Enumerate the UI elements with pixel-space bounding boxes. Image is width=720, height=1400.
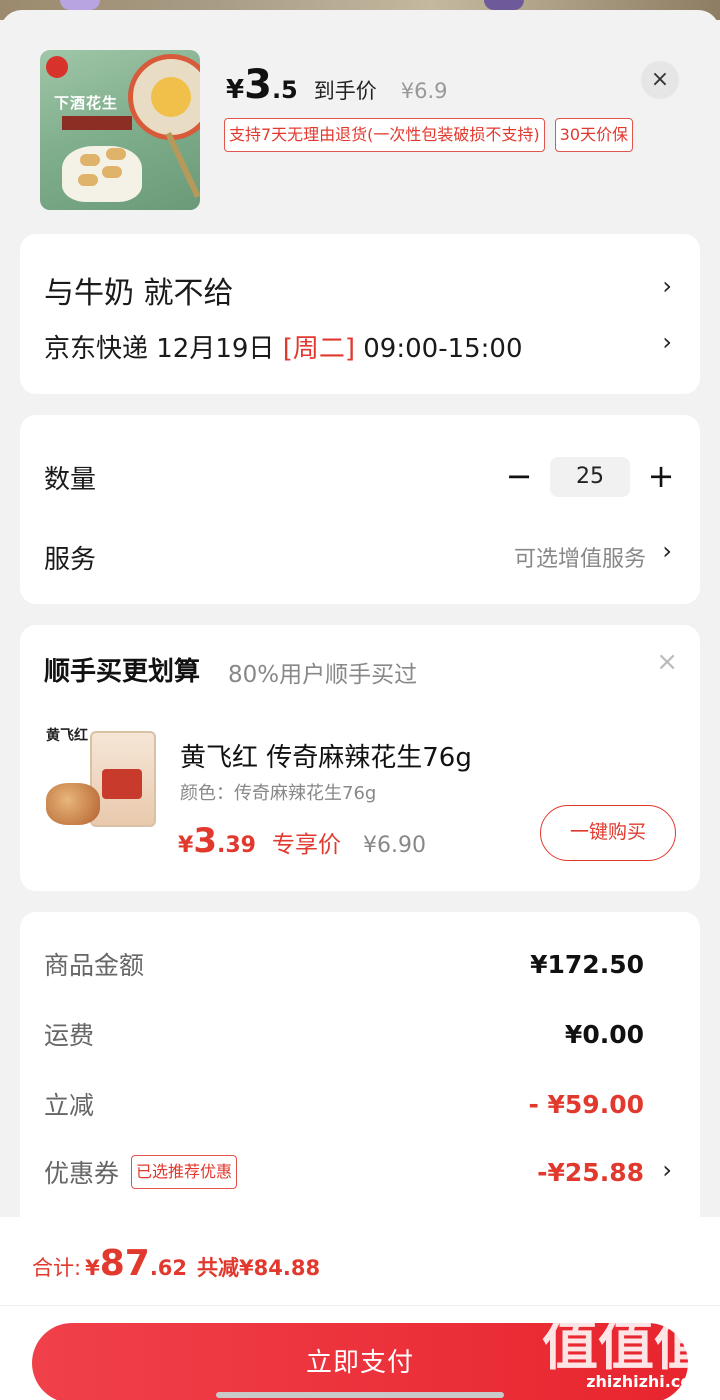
quantity-input[interactable]: 25	[550, 457, 630, 497]
recommend-product-spec: 颜色：传奇麻辣花生76g	[180, 783, 377, 804]
summary-value: - ¥59.00	[528, 1089, 644, 1119]
price-summary-card: 商品金额 ¥172.50 运费 ¥0.00 立减 - ¥59.00 优惠券 已选…	[20, 912, 700, 1252]
price-row: ¥ 3 .5 到手价 ¥6.9	[226, 62, 448, 108]
price-decimal: .5	[271, 76, 298, 104]
price-currency: ¥	[226, 75, 245, 105]
summary-value: ¥172.50	[530, 949, 644, 979]
total-saved: 共减¥84.88	[197, 1256, 321, 1280]
total-label: 合计:	[32, 1256, 82, 1280]
site-watermark: 值值值	[542, 1313, 710, 1378]
peanut-pile	[46, 783, 100, 825]
plus-button[interactable]: +	[646, 459, 676, 495]
checkout-sheet: 下酒花生 ¥ 3 .5 到手价 ¥6.9 支持7天无理由退货(一次性包装破损不支…	[0, 10, 720, 1400]
total-decimal: .62	[149, 1256, 188, 1280]
close-icon[interactable]: ×	[656, 647, 678, 677]
total-currency: ¥	[85, 1256, 100, 1280]
total-line: 合计: ¥ 87 .62 共减¥84.88	[32, 1243, 320, 1284]
price-integer: 3	[244, 62, 272, 108]
chevron-right-icon[interactable]: ›	[662, 537, 672, 565]
site-watermark-url: zhizhizhi.com	[586, 1372, 708, 1391]
background-pill	[60, 0, 100, 10]
coupon-label-group: 优惠券 已选推荐优惠	[44, 1154, 238, 1190]
background-pill	[484, 0, 524, 10]
grain-stalk	[165, 132, 200, 198]
summary-row-coupon[interactable]: 优惠券 已选推荐优惠 -¥25.88	[44, 1152, 644, 1192]
summary-label: 运费	[44, 1021, 95, 1050]
product-header: 下酒花生 ¥ 3 .5 到手价 ¥6.9 支持7天无理由退货(一次性包装破损不支…	[0, 10, 720, 230]
product-image[interactable]: 下酒花生	[40, 50, 200, 210]
quantity-card: 数量 − 25 + 服务 可选增值服务 ›	[20, 415, 700, 604]
price-label: 到手价	[313, 79, 377, 103]
peanut	[78, 174, 98, 186]
exclusive-price-label: 专享价	[271, 832, 341, 858]
quantity-stepper: − 25 +	[504, 457, 676, 497]
chevron-right-icon[interactable]: ›	[662, 328, 672, 356]
product-image-title: 下酒花生	[54, 94, 119, 112]
recommend-card: 顺手买更划算 80%用户顺手买过 × 黄飞红 黄飞红 传奇麻辣花生76g 颜色：…	[20, 625, 700, 891]
one-click-buy-button[interactable]: 一键购买	[540, 805, 676, 861]
product-image-subtitle	[62, 116, 132, 130]
minus-button[interactable]: −	[504, 459, 534, 495]
chevron-right-icon[interactable]: ›	[662, 1156, 672, 1184]
summary-label: 优惠券	[44, 1159, 120, 1188]
total-integer: 87	[99, 1243, 150, 1284]
peanut	[106, 148, 126, 160]
recommend-price-row: ¥ 3 .39 专享价 ¥6.90	[178, 821, 426, 861]
brand-logo	[46, 56, 68, 78]
recipient-name: 与牛奶 就不给	[44, 276, 234, 311]
peanut	[102, 166, 122, 178]
coupon-tag: 已选推荐优惠	[131, 1155, 238, 1189]
summary-row-subtotal: 商品金额 ¥172.50	[44, 944, 644, 984]
original-price: ¥6.90	[362, 833, 426, 858]
recommend-title: 顺手买更划算	[44, 657, 201, 687]
summary-row-discount: 立减 - ¥59.00	[44, 1084, 644, 1124]
original-price: ¥6.9	[400, 79, 448, 103]
brand-logo: 黄飞红	[46, 728, 88, 744]
summary-value: ¥0.00	[564, 1019, 644, 1049]
chevron-right-icon[interactable]: ›	[662, 272, 672, 300]
recommend-subtitle: 80%用户顺手买过	[228, 662, 418, 688]
summary-row-shipping: 运费 ¥0.00	[44, 1014, 644, 1054]
delivery-time-window: 09:00-15:00	[355, 334, 523, 364]
close-icon[interactable]: ×	[641, 61, 679, 99]
price-protect-tag: 30天价保	[554, 118, 634, 152]
price-integer: 3	[193, 821, 217, 861]
product-bag-label	[102, 769, 142, 799]
delivery-weekday: [周二]	[282, 334, 355, 364]
price-decimal: .39	[216, 833, 256, 858]
service-value[interactable]: 可选增值服务	[514, 541, 646, 573]
recommend-product-image[interactable]: 黄飞红	[44, 723, 160, 839]
recommend-product-name[interactable]: 黄飞红 传奇麻辣花生76g	[180, 737, 472, 774]
service-label: 服务	[44, 545, 97, 575]
carrier-date: 京东快递 12月19日	[44, 334, 283, 364]
service-tags: 支持7天无理由退货(一次性包装破损不支持) 30天价保	[224, 118, 634, 152]
product-can	[128, 54, 200, 140]
peanut	[80, 154, 100, 166]
summary-label: 商品金额	[44, 951, 145, 980]
summary-value: -¥25.88	[537, 1157, 644, 1187]
summary-label: 立减	[44, 1091, 95, 1120]
quantity-label: 数量	[44, 465, 97, 495]
address-card[interactable]: 与牛奶 就不给 › 京东快递 12月19日 [周二] 09:00-15:00 ›	[20, 234, 700, 394]
delivery-schedule[interactable]: 京东快递 12月19日 [周二] 09:00-15:00	[44, 328, 523, 365]
home-indicator[interactable]	[216, 1392, 504, 1398]
return-policy-tag: 支持7天无理由退货(一次性包装破损不支持)	[224, 118, 545, 152]
price-currency: ¥	[178, 833, 194, 858]
